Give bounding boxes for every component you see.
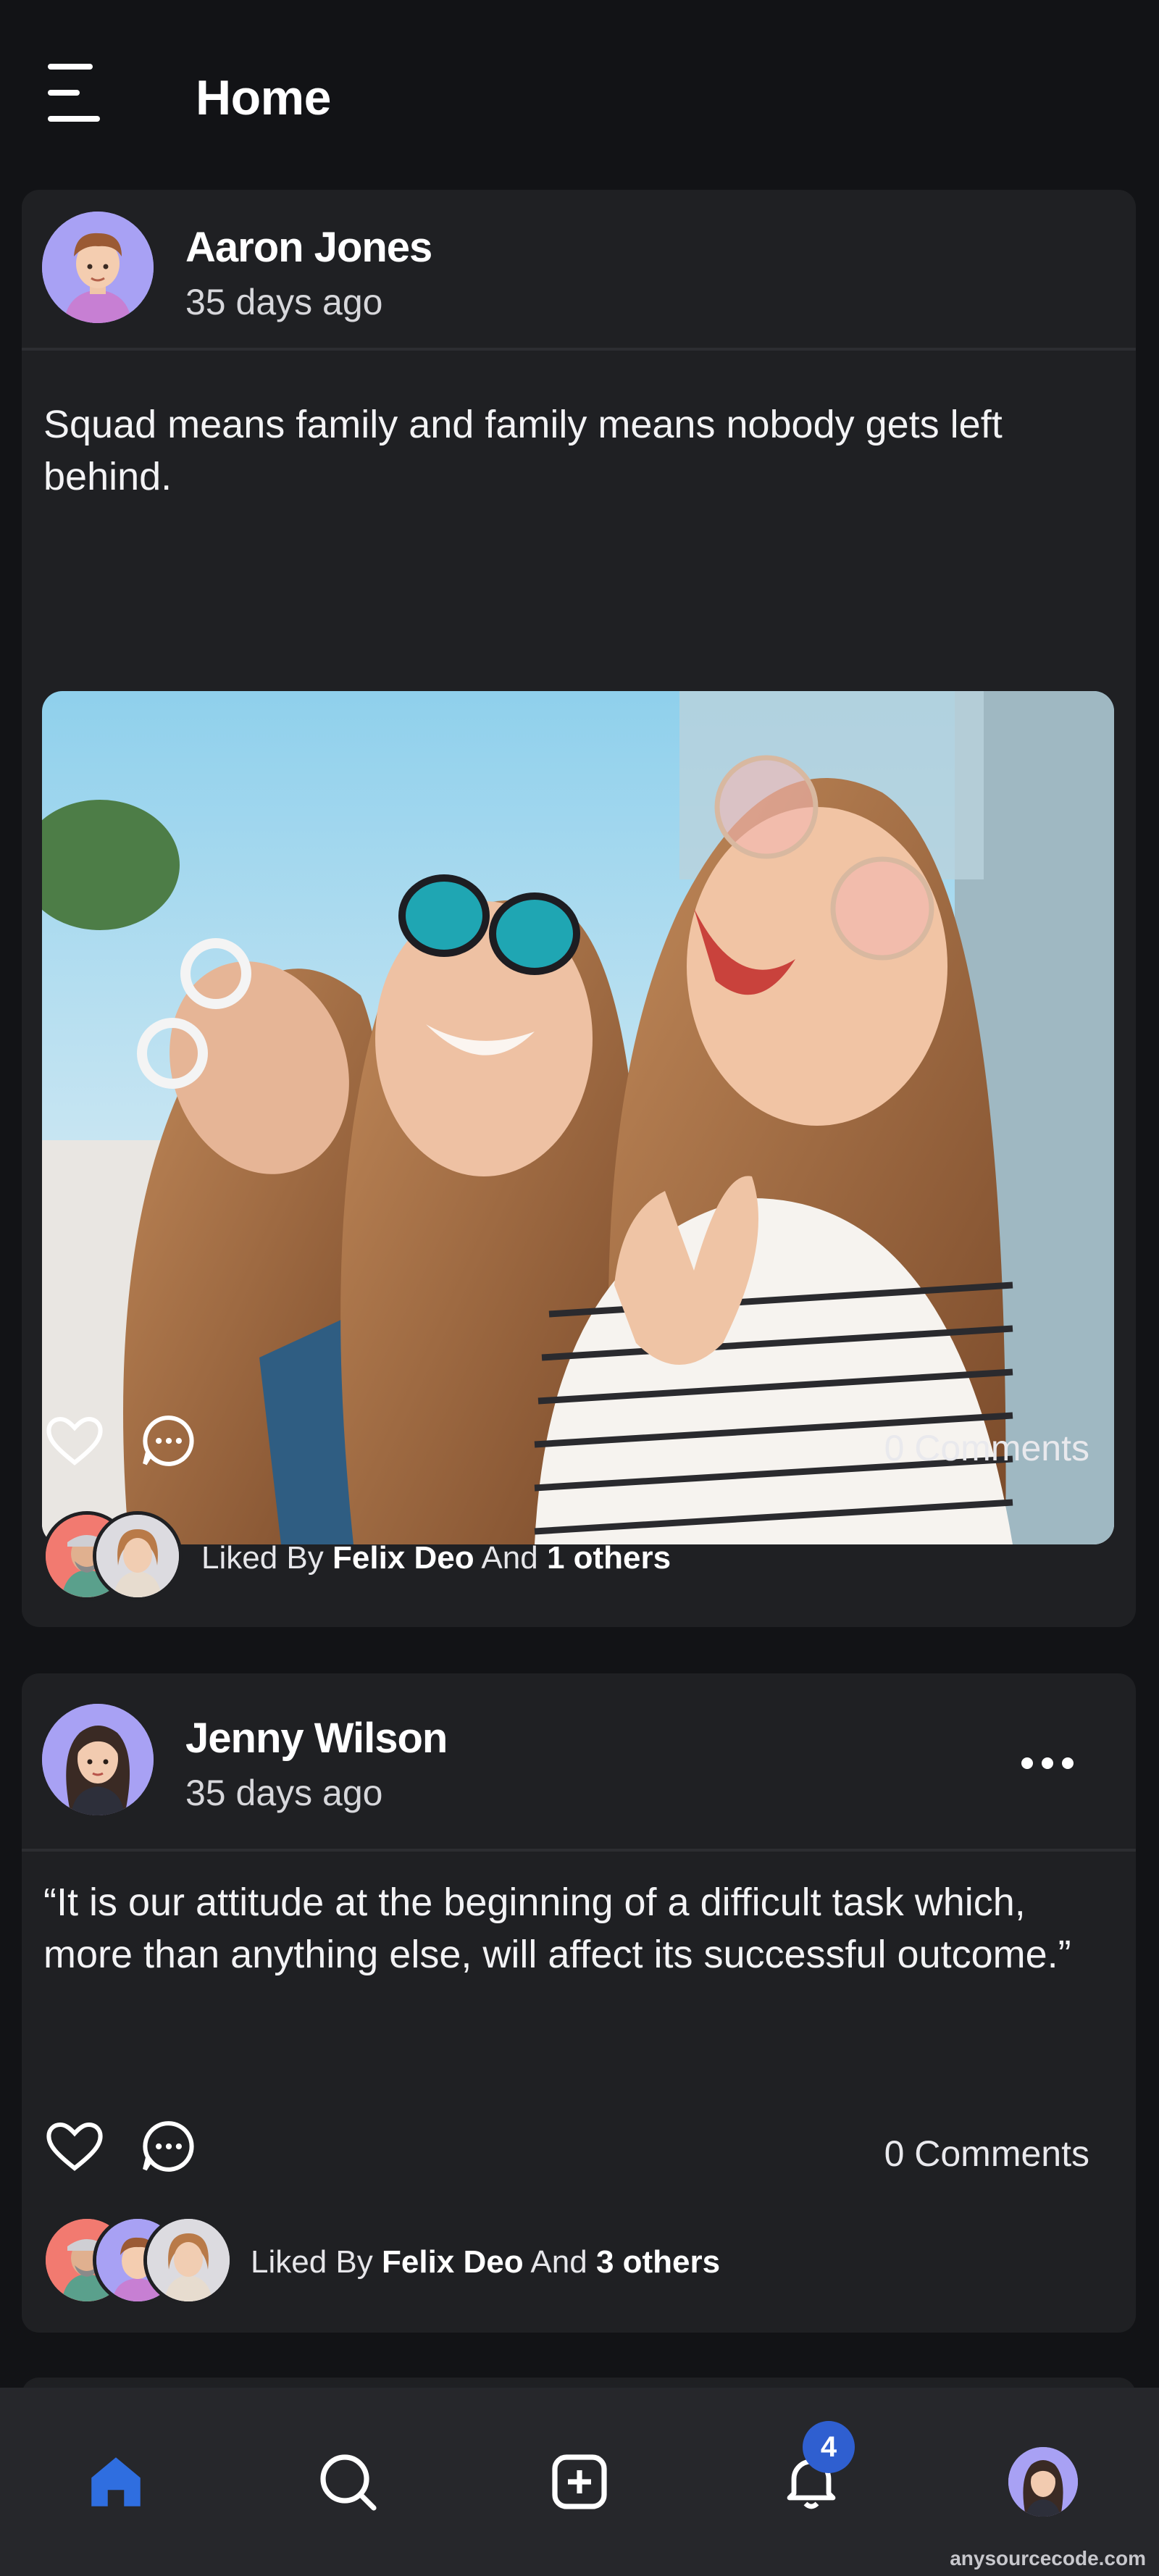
nav-home-icon[interactable] — [72, 2438, 159, 2525]
app-root: Home Aaron Jones 35 days ago Squad means… — [0, 0, 1159, 2576]
liked-prefix: Liked By — [251, 2244, 373, 2280]
author-name[interactable]: Jenny Wilson — [185, 1714, 448, 1762]
liker-avatar — [143, 2215, 233, 2305]
top-app-bar: Home — [0, 0, 1159, 190]
liker-name[interactable]: Felix Deo — [332, 1540, 474, 1576]
like-heart-icon[interactable] — [42, 2114, 107, 2179]
post-time: 35 days ago — [185, 282, 383, 322]
author-name[interactable]: Aaron Jones — [185, 223, 432, 272]
liked-others-count[interactable]: 1 others — [547, 1540, 671, 1576]
liked-by-text: Liked By Felix Deo And 1 others — [201, 1540, 671, 1576]
liked-prefix: Liked By — [201, 1540, 324, 1576]
post-text: “It is our attitude at the beginning of … — [43, 1881, 1071, 1976]
nav-add-post-icon[interactable] — [536, 2438, 623, 2525]
liked-by-row[interactable]: Liked By Felix Deo And 3 others — [0, 2215, 1159, 2309]
hamburger-menu-icon[interactable] — [48, 64, 103, 125]
liker-name[interactable]: Felix Deo — [382, 2244, 524, 2280]
liker-avatar — [93, 1511, 183, 1601]
like-heart-icon[interactable] — [42, 1408, 107, 1473]
liked-by-text: Liked By Felix Deo And 3 others — [251, 2244, 720, 2280]
liked-and: And — [530, 2244, 587, 2280]
post-actions: 0 Comments — [0, 1408, 1159, 1488]
comments-count[interactable]: 0 Comments — [884, 1427, 1089, 1469]
comment-bubble-icon[interactable] — [136, 1408, 201, 1473]
author-avatar[interactable] — [42, 212, 154, 323]
comment-bubble-icon[interactable] — [136, 2114, 201, 2179]
liked-and: And — [481, 1540, 538, 1576]
watermark-text: anysourcecode.com — [950, 2547, 1146, 2569]
liked-by-row[interactable]: Liked By Felix Deo And 1 others — [0, 1511, 1159, 1605]
profile-avatar — [1008, 2447, 1078, 2517]
notification-count-badge: 4 — [803, 2421, 855, 2473]
nav-search-icon[interactable] — [304, 2438, 391, 2525]
post-text: Squad means family and family means nobo… — [43, 403, 1003, 498]
comments-count[interactable]: 0 Comments — [884, 2133, 1089, 2175]
post-time: 35 days ago — [185, 1773, 383, 1813]
post-actions — [22, 1595, 1136, 1675]
post-actions: 0 Comments — [0, 2114, 1159, 2194]
post-header: Aaron Jones 35 days ago — [22, 190, 1136, 351]
author-avatar[interactable] — [42, 1704, 154, 1815]
post-header: Jenny Wilson 35 days ago — [22, 1673, 1136, 1852]
liked-others-count[interactable]: 3 others — [596, 2244, 720, 2280]
nav-profile-avatar[interactable] — [1000, 2438, 1087, 2525]
more-options-icon[interactable] — [1021, 1755, 1074, 1772]
page-title: Home — [196, 70, 331, 125]
